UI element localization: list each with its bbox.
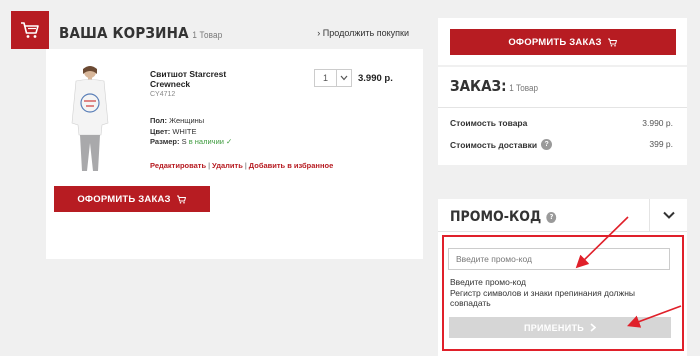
promo-hint-line: Регистр символов и знаки препинания долж…: [450, 287, 636, 309]
cart-header: ВАША КОРЗИНА 1 Товар › Продолжить покупки: [11, 11, 423, 49]
promo-toggle-button[interactable]: [649, 199, 687, 231]
goods-cost-row: Стоимость товара 3.990 р.: [450, 118, 673, 128]
quantity-select[interactable]: 1: [314, 69, 352, 87]
cart-title-text: ВАША КОРЗИНА: [59, 24, 189, 42]
cart-item-count: 1 Товар: [192, 30, 223, 40]
product-sku: CY4712: [150, 91, 176, 98]
checkout-label: ОФОРМИТЬ ЗАКАЗ: [508, 36, 602, 48]
chevron-down-icon: [336, 70, 351, 86]
size-label: Размер:: [150, 137, 180, 146]
delivery-cost-value: 399 р.: [649, 139, 673, 149]
goods-cost-value: 3.990 р.: [642, 118, 673, 128]
cart-icon: [176, 195, 186, 204]
product-color: Цвет: WHITE: [150, 127, 197, 136]
delivery-cost-label-wrap: Стоимость доставки ?: [450, 139, 553, 150]
stock-status: в наличии: [188, 137, 224, 146]
order-summary: ЗАКАЗ: 1 Товар Стоимость товара 3.990 р. …: [438, 67, 687, 165]
apply-label: ПРИМЕНИТЬ: [523, 322, 585, 333]
cart-icon: [607, 38, 617, 47]
continue-shopping-link[interactable]: › Продолжить покупки: [317, 28, 409, 38]
order-item-count: 1 Товар: [509, 83, 539, 93]
product-image[interactable]: [68, 63, 112, 173]
continue-shopping-label: Продолжить покупки: [322, 28, 409, 38]
promo-code-panel: ПРОМО-КОД ? Введите промо-код Регистр си…: [438, 199, 687, 356]
help-icon[interactable]: ?: [541, 139, 553, 150]
checkout-button[interactable]: ОФОРМИТЬ ЗАКАЗ: [450, 29, 676, 55]
cart-title: ВАША КОРЗИНА 1 Товар: [59, 24, 222, 42]
gender-label: Пол:: [150, 116, 168, 125]
color-label: Цвет:: [150, 127, 171, 136]
checkout-label: ОФОРМИТЬ ЗАКАЗ: [77, 193, 171, 205]
quantity-value: 1: [323, 73, 329, 83]
color-value: WHITE: [172, 127, 197, 136]
order-title-text: ЗАКАЗ:: [450, 77, 507, 95]
product-gender: Пол: Женщины: [150, 116, 204, 125]
promo-hint-line: Введите промо-код: [450, 277, 526, 287]
edit-link[interactable]: Редактировать: [150, 161, 206, 170]
checkout-button[interactable]: ОФОРМИТЬ ЗАКАЗ: [54, 186, 210, 212]
size-value: S: [181, 137, 187, 146]
order-title: ЗАКАЗ: 1 Товар: [450, 77, 538, 95]
separator: |: [208, 161, 211, 170]
goods-cost-label: Стоимость товара: [450, 118, 528, 128]
apply-promo-button[interactable]: ПРИМЕНИТЬ: [449, 317, 671, 338]
checkout-panel: ОФОРМИТЬ ЗАКАЗ: [438, 18, 687, 65]
check-icon: ✓: [226, 137, 233, 146]
add-to-favorites-link[interactable]: Добавить в избранное: [249, 161, 333, 170]
chevron-right-icon: ›: [317, 28, 321, 38]
divider: [438, 231, 687, 232]
chevron-right-icon: [590, 323, 597, 332]
delete-link[interactable]: Удалить: [212, 161, 243, 170]
promo-title: ПРОМО-КОД ?: [450, 209, 557, 225]
product-price: 3.990 р.: [358, 73, 393, 84]
divider: [438, 107, 687, 108]
promo-title-text: ПРОМО-КОД: [450, 209, 542, 225]
gender-value: Женщины: [169, 116, 205, 125]
promo-code-input[interactable]: [448, 248, 670, 270]
delivery-cost-row: Стоимость доставки ? 399 р.: [450, 139, 673, 150]
delivery-cost-label: Стоимость доставки: [450, 139, 538, 150]
product-size: Размер: S в наличии ✓: [150, 137, 232, 146]
product-name[interactable]: Свитшот Starcrest Crewneck: [150, 69, 250, 89]
chevron-down-icon: [662, 211, 675, 219]
cart-item-panel: Свитшот Starcrest Crewneck CY4712 1 3.99…: [46, 49, 423, 259]
separator: |: [244, 161, 247, 170]
product-actions: Редактировать | Удалить | Добавить в избранн…: [150, 161, 333, 170]
cart-icon: [11, 11, 49, 49]
promo-hint: Введите промо-код Регистр символов и зна…: [450, 277, 675, 309]
help-icon[interactable]: ?: [546, 211, 557, 223]
